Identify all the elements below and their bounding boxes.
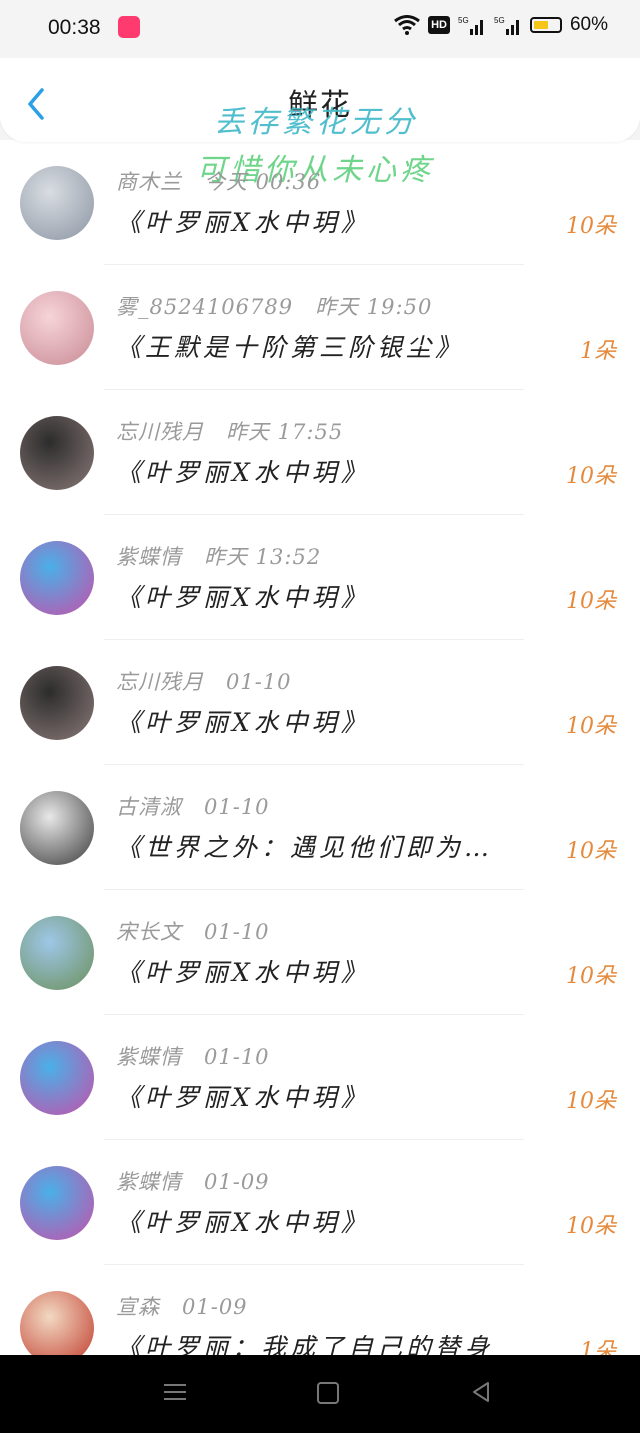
flower-count: 10朵 — [566, 1089, 616, 1114]
user-name[interactable]: 忘川残月 — [116, 420, 204, 444]
avatar[interactable] — [20, 291, 94, 365]
user-name[interactable]: 商木兰 — [116, 170, 182, 194]
status-time: 00:38 — [48, 16, 101, 39]
status-icons: HD 5G 5G 60% — [394, 14, 608, 36]
back-triangle-icon[interactable] — [470, 1381, 492, 1403]
user-name[interactable]: 紫蝶情 — [116, 1170, 182, 1194]
book-title[interactable]: 《叶罗丽X水中玥》 — [116, 1203, 370, 1239]
user-name[interactable]: 忘川残月 — [116, 670, 204, 694]
avatar[interactable] — [20, 1291, 94, 1365]
book-title[interactable]: 《王默是十阶第三阶银尘》 — [116, 328, 464, 364]
flower-count: 1朵 — [580, 339, 616, 364]
timestamp: 01-10 — [204, 795, 270, 819]
battery-percent: 60% — [569, 14, 608, 35]
divider — [104, 1139, 524, 1140]
book-title[interactable]: 《叶罗丽X水中玥》 — [116, 1078, 370, 1114]
flower-count: 10朵 — [566, 589, 616, 614]
divider — [104, 1264, 524, 1265]
signal-icon-2: 5G — [494, 16, 519, 35]
row-meta: 紫蝶情 01-09 — [116, 1166, 270, 1196]
divider — [104, 1014, 524, 1015]
divider — [104, 389, 524, 390]
book-title[interactable]: 《叶罗丽X水中玥》 — [116, 953, 370, 989]
user-name[interactable]: 古清淑 — [116, 795, 182, 819]
signal-icon: 5G — [458, 16, 483, 35]
timestamp: 昨天 13:52 — [204, 545, 322, 569]
row-meta: 忘川残月 昨天 17:55 — [116, 416, 343, 446]
row-meta: 宣森 01-09 — [116, 1291, 248, 1321]
menu-icon[interactable] — [164, 1381, 186, 1403]
app-notification-icon — [118, 16, 140, 38]
network-label-1: 5G — [458, 16, 469, 25]
user-name[interactable]: 宣森 — [116, 1295, 160, 1319]
flower-count: 10朵 — [566, 1214, 616, 1239]
flower-count: 10朵 — [566, 839, 616, 864]
overlay-text-1: 丢存繁花无分 — [214, 105, 418, 140]
row-meta: 古清淑 01-10 — [116, 791, 270, 821]
timestamp: 01-09 — [204, 1170, 270, 1194]
flower-count: 10朵 — [566, 464, 616, 489]
row-meta: 商木兰 今天 00:36 — [116, 166, 321, 196]
timestamp: 01-10 — [226, 670, 292, 694]
avatar[interactable] — [20, 1166, 94, 1240]
book-title[interactable]: 《叶罗丽X水中玥》 — [116, 203, 370, 239]
timestamp: 昨天 19:50 — [315, 295, 433, 319]
user-name[interactable]: 雾_8524106789 — [116, 295, 293, 319]
hd-icon: HD — [428, 16, 450, 34]
flower-count: 10朵 — [566, 964, 616, 989]
status-bar: 00:38 HD 5G 5G 60% — [0, 0, 640, 58]
avatar[interactable] — [20, 791, 94, 865]
avatar[interactable] — [20, 666, 94, 740]
network-label-2: 5G — [494, 16, 505, 25]
divider — [104, 764, 524, 765]
wifi-icon — [394, 15, 420, 35]
avatar[interactable] — [20, 541, 94, 615]
row-meta: 紫蝶情 01-10 — [116, 1041, 270, 1071]
divider — [104, 514, 524, 515]
avatar[interactable] — [20, 416, 94, 490]
battery-level — [533, 21, 548, 29]
row-meta: 忘川残月 01-10 — [116, 666, 292, 696]
book-title[interactable]: 《世界之外：遇见他们即为… — [116, 828, 493, 864]
timestamp: 01-10 — [204, 1045, 270, 1069]
timestamp: 01-09 — [182, 1295, 248, 1319]
book-title[interactable]: 《叶罗丽X水中玥》 — [116, 453, 370, 489]
divider — [104, 264, 524, 265]
row-meta: 雾_8524106789 昨天 19:50 — [116, 291, 432, 321]
avatar[interactable] — [20, 916, 94, 990]
timestamp: 昨天 17:55 — [226, 420, 344, 444]
avatar[interactable] — [20, 166, 94, 240]
timestamp: 今天 00:36 — [204, 170, 322, 194]
row-meta: 宋长文 01-10 — [116, 916, 270, 946]
divider — [104, 889, 524, 890]
home-icon[interactable] — [317, 1382, 339, 1404]
divider — [104, 639, 524, 640]
battery-icon — [529, 17, 562, 33]
book-title[interactable]: 《叶罗丽X水中玥》 — [116, 703, 370, 739]
flower-count: 10朵 — [566, 714, 616, 739]
book-title[interactable]: 《叶罗丽X水中玥》 — [116, 578, 370, 614]
user-name[interactable]: 紫蝶情 — [116, 1045, 182, 1069]
row-meta: 紫蝶情 昨天 13:52 — [116, 541, 321, 571]
timestamp: 01-10 — [204, 920, 270, 944]
avatar[interactable] — [20, 1041, 94, 1115]
flower-count: 10朵 — [566, 214, 616, 239]
user-name[interactable]: 紫蝶情 — [116, 545, 182, 569]
user-name[interactable]: 宋长文 — [116, 920, 182, 944]
